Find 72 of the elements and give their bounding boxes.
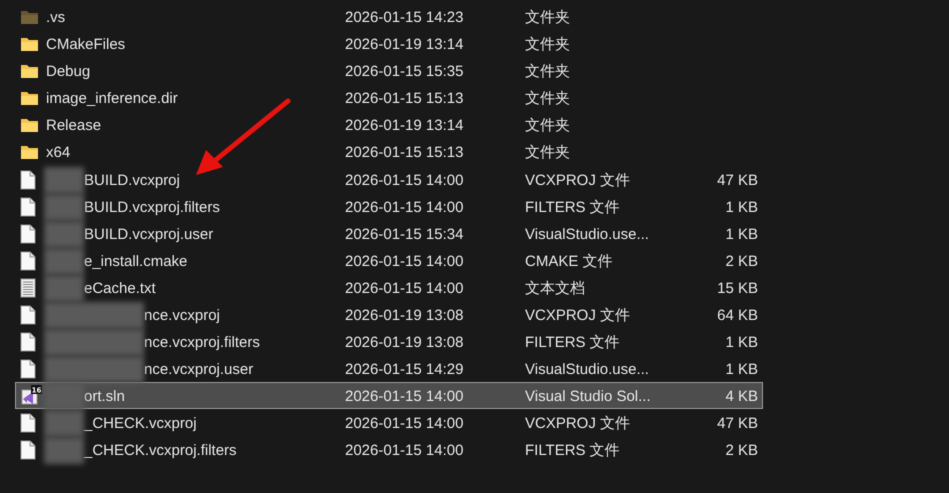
file-name: ort.sln (84, 388, 125, 406)
file-name: nce.vcxproj.user (144, 360, 254, 378)
file-type: 文件夹 (525, 90, 571, 108)
file-type: VisualStudio.use... (525, 360, 650, 378)
modified-date: 2026-01-15 14:23 (345, 8, 464, 26)
text-file-icon (20, 278, 36, 298)
file-size: 1 KB (725, 226, 758, 244)
file-size: 47 KB (717, 414, 758, 432)
file-type: Visual Studio Sol... (525, 388, 652, 406)
modified-date: 2026-01-19 13:08 (345, 306, 464, 324)
file-icon (20, 305, 36, 326)
modified-date: 2026-01-19 13:14 (345, 36, 464, 54)
file-name: _CHECK.vcxproj.filters (84, 442, 237, 460)
file-icon (20, 440, 36, 460)
file-name: CMakeFiles (46, 36, 126, 54)
file-name: .vs (46, 8, 66, 26)
file-name: e_install.cmake (84, 252, 188, 270)
file-size: 4 KB (725, 388, 758, 406)
modified-date: 2026-01-19 13:14 (345, 116, 464, 134)
file-name: Release (46, 116, 102, 134)
modified-date: 2026-01-15 15:35 (345, 62, 464, 80)
file-icon (20, 413, 36, 434)
file-type: 文件夹 (525, 144, 571, 162)
file-name: nce.vcxproj (144, 306, 220, 324)
file-name: BUILD.vcxproj (84, 172, 180, 190)
file-type: 文件夹 (525, 116, 571, 134)
file-type: 文本文档 (525, 280, 586, 298)
file-size: 2 KB (725, 442, 758, 460)
file-type: FILTERS 文件 (525, 198, 621, 216)
file-icon (20, 332, 36, 352)
file-icon (20, 224, 36, 244)
file-type: VisualStudio.use... (525, 226, 650, 244)
modified-date: 2026-01-15 14:00 (345, 414, 464, 432)
file-type: 文件夹 (525, 62, 571, 80)
file-name: Debug (46, 62, 90, 80)
modified-date: 2026-01-15 14:00 (345, 388, 464, 406)
file-size: 2 KB (725, 252, 758, 270)
file-type: FILTERS 文件 (525, 442, 621, 460)
file-name: x64 (46, 144, 70, 162)
modified-date: 2026-01-15 14:00 (345, 252, 464, 270)
file-type: CMAKE 文件 (525, 252, 614, 270)
file-type: 文件夹 (525, 36, 571, 54)
modified-date: 2026-01-15 15:34 (345, 226, 464, 244)
file-name: BUILD.vcxproj.filters (84, 198, 220, 216)
modified-date: 2026-01-15 14:00 (345, 280, 464, 298)
modified-date: 2026-01-15 14:00 (345, 198, 464, 216)
file-size: 1 KB (725, 334, 758, 352)
file-size: 1 KB (725, 198, 758, 216)
file-size: 1 KB (725, 360, 758, 378)
file-icon (20, 359, 36, 380)
file-type: FILTERS 文件 (525, 334, 621, 352)
file-type: VCXPROJ 文件 (525, 172, 632, 190)
file-type: VCXPROJ 文件 (525, 414, 632, 432)
file-size: 47 KB (717, 172, 758, 190)
modified-date: 2026-01-15 15:13 (345, 90, 464, 108)
file-name: BUILD.vcxproj.user (84, 226, 214, 244)
file-name: _CHECK.vcxproj (84, 414, 197, 432)
modified-date: 2026-01-15 14:00 (345, 172, 464, 190)
file-icon (20, 197, 36, 218)
file-name: nce.vcxproj.filters (144, 334, 260, 352)
file-type: 文件夹 (525, 8, 571, 26)
modified-date: 2026-01-15 15:13 (345, 144, 464, 162)
file-size: 64 KB (717, 306, 758, 324)
file-icon (20, 170, 36, 190)
modified-date: 2026-01-15 14:00 (345, 442, 464, 460)
modified-date: 2026-01-19 13:08 (345, 334, 464, 352)
file-type: VCXPROJ 文件 (525, 306, 632, 324)
file-name: image_inference.dir (46, 90, 178, 108)
file-icon (20, 251, 36, 272)
file-size: 15 KB (717, 280, 758, 298)
file-name: eCache.txt (84, 280, 156, 298)
modified-date: 2026-01-15 14:29 (345, 360, 464, 378)
